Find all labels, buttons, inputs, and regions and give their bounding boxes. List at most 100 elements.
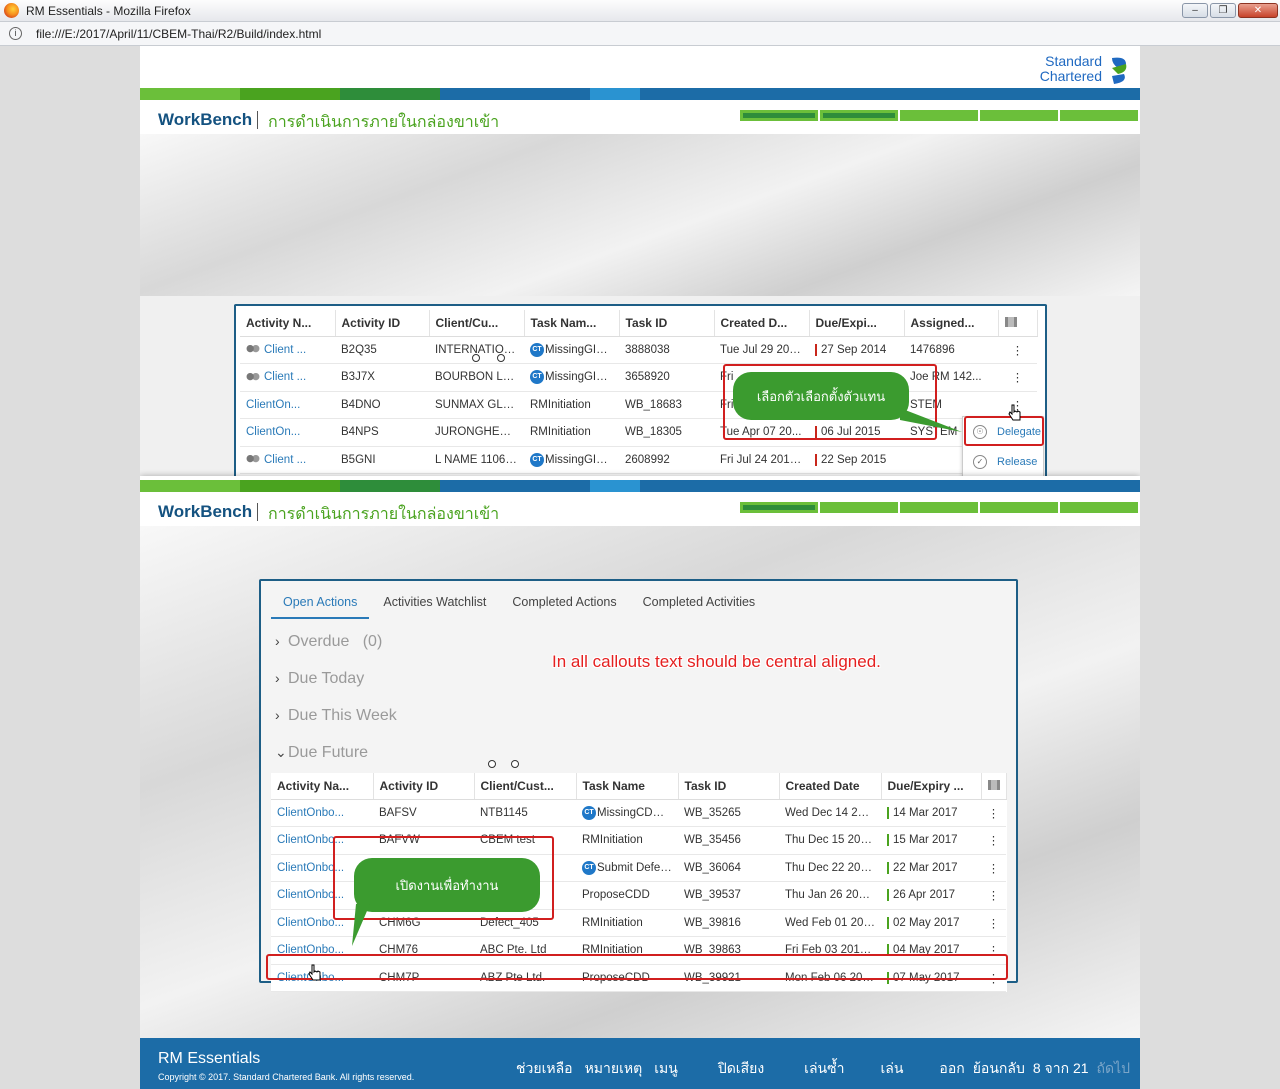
- col-due[interactable]: Due/Expi...: [809, 310, 905, 337]
- table-header: Activity N... Activity ID Client/Cu... T…: [240, 310, 1038, 337]
- due-badge: 02 May 2017: [887, 916, 960, 929]
- next-button[interactable]: ถัดไป: [1097, 1058, 1131, 1080]
- col-task-id[interactable]: Task ID: [619, 310, 715, 337]
- color-stripe-2: [140, 480, 1140, 492]
- minimize-button[interactable]: –: [1182, 3, 1208, 18]
- page-canvas: Standard Chartered WorkBench การดำเนินกา…: [140, 46, 1140, 1089]
- info-icon[interactable]: i: [9, 27, 22, 40]
- due-badge: 26 Apr 2017: [887, 889, 955, 902]
- col-task-id[interactable]: Task ID: [678, 773, 780, 800]
- col-created[interactable]: Created D...: [714, 310, 810, 337]
- activity-link[interactable]: Client ...: [264, 371, 306, 383]
- table-row[interactable]: Client ... B5GNI L NAME 11066... CT Missi…: [240, 446, 1037, 474]
- cell-id: B4NPS: [335, 418, 429, 447]
- cell-task-id: WB_35456: [678, 826, 779, 855]
- release-menu-item[interactable]: ✓ Release: [963, 447, 1043, 477]
- callout-pointer: [900, 408, 962, 432]
- window-title: RM Essentials - Mozilla Firefox: [26, 4, 191, 18]
- group-due-today[interactable]: › Due Today: [275, 670, 364, 688]
- chevron-right-icon: ›: [275, 707, 280, 723]
- activity-link[interactable]: Client ...: [264, 344, 306, 356]
- group-overdue[interactable]: › Overdue (0): [275, 633, 382, 651]
- window-title-bar: RM Essentials - Mozilla Firefox – ❐ ✕: [0, 0, 1280, 22]
- col-client[interactable]: Client/Cust...: [474, 773, 577, 800]
- notes-button[interactable]: หมายเหตุ: [585, 1058, 643, 1080]
- col-activity-id[interactable]: Activity ID: [335, 310, 430, 337]
- callout-open-task: เปิดงานเพื่อทำงาน: [354, 858, 540, 912]
- row-menu-icon[interactable]: ⋮: [981, 854, 1006, 882]
- row-menu-icon[interactable]: ⋮: [981, 909, 1006, 937]
- col-activity-id[interactable]: Activity ID: [373, 773, 475, 800]
- row-menu-icon[interactable]: ⋮: [981, 826, 1006, 855]
- background-texture: [140, 134, 1140, 296]
- cell-created: Wed Dec 14 2016...: [779, 799, 881, 827]
- tab-activities-watchlist[interactable]: Activities Watchlist: [371, 587, 498, 619]
- close-button[interactable]: ✕: [1238, 3, 1278, 18]
- group-due-future[interactable]: ⌄Due Future: [275, 744, 368, 762]
- activity-link[interactable]: Client ...: [264, 454, 306, 466]
- brand-logo: Standard Chartered: [1040, 54, 1102, 84]
- check-icon: ✓: [973, 455, 987, 469]
- brand-line2: Chartered: [1039, 68, 1102, 84]
- menu-button[interactable]: เมนู: [654, 1058, 678, 1080]
- play-button[interactable]: เล่น: [880, 1058, 903, 1080]
- ct-badge: CT: [530, 342, 544, 357]
- col-task-name[interactable]: Task Nam...: [524, 310, 620, 337]
- footer-brand: RM Essentials: [158, 1050, 261, 1067]
- ct-badge: CT: [530, 370, 544, 385]
- progress-steps-2: [740, 502, 1138, 513]
- col-client[interactable]: Client/Cu...: [429, 310, 525, 337]
- cell-task: MissingCDDIn...: [597, 806, 678, 819]
- table-row[interactable]: Client ... B2Q35 INTERNATION... CT Missin…: [240, 336, 1037, 364]
- column-chooser-icon[interactable]: [981, 773, 1007, 800]
- row-menu-icon[interactable]: ⋮: [981, 799, 1006, 827]
- replay-button[interactable]: เล่นซ้ำ: [804, 1058, 844, 1080]
- address-bar[interactable]: i file:///E:/2017/April/11/CBEM-Thai/R2/…: [0, 22, 1280, 46]
- back-button[interactable]: ย้อนกลับ: [973, 1058, 1025, 1080]
- table-row[interactable]: ClientOnbo... BAFSV NTB1145 CT MissingCDDIn.…: [271, 799, 1006, 827]
- review-note: In all callouts text should be central a…: [552, 652, 881, 671]
- ct-badge: CT: [530, 452, 544, 467]
- tab-completed-actions[interactable]: Completed Actions: [500, 587, 628, 619]
- tab-completed-activities[interactable]: Completed Activities: [631, 587, 768, 619]
- cell-task: RMInitiation: [524, 391, 619, 419]
- activity-link[interactable]: ClientOn...: [240, 418, 335, 447]
- progress-steps: [740, 110, 1138, 121]
- app-title: WorkBench: [158, 110, 253, 129]
- chevron-right-icon: ›: [275, 633, 280, 649]
- col-activity[interactable]: Activity N...: [240, 310, 336, 337]
- row-menu-icon[interactable]: ⋮: [981, 881, 1006, 910]
- exit-button[interactable]: ออก: [939, 1058, 964, 1080]
- app-header: WorkBench การดำเนินการภายในกล่องขาเข้า: [140, 100, 1140, 136]
- col-due[interactable]: Due/Expiry ...: [881, 773, 982, 800]
- cell-task: MissingGIC...: [545, 371, 615, 384]
- row-menu-icon[interactable]: ⋮: [998, 336, 1037, 364]
- cell-created: Tue Jul 29 201...: [714, 336, 809, 364]
- row-highlight: [266, 954, 1008, 980]
- column-chooser-icon[interactable]: [998, 310, 1038, 337]
- col-assigned[interactable]: Assigned...: [904, 310, 999, 337]
- mute-button[interactable]: ปิดเสียง: [718, 1058, 764, 1080]
- group-label: Due Future: [288, 744, 369, 761]
- brand-line1: Standard: [1045, 53, 1102, 69]
- cell-task-id: 3888038: [619, 336, 714, 364]
- cell-task: MissingGIC...: [545, 343, 615, 356]
- cell-task: RMInitiation: [524, 418, 619, 447]
- ct-badge: CT: [582, 860, 596, 875]
- help-button[interactable]: ช่วยเหลือ: [516, 1058, 573, 1080]
- group-due-this-week[interactable]: › Due This Week: [275, 707, 397, 725]
- col-activity[interactable]: Activity Na...: [271, 773, 374, 800]
- group-label: Due Today: [288, 670, 365, 687]
- due-badge: 27 Sep 2014: [815, 343, 886, 356]
- marker-dot: [472, 354, 480, 362]
- row-menu-icon[interactable]: ⋮: [998, 363, 1037, 392]
- activity-link[interactable]: ClientOn...: [240, 391, 335, 419]
- col-created[interactable]: Created Date: [779, 773, 882, 800]
- standard-chartered-logo-icon: [1112, 57, 1127, 84]
- delegate-highlight: [964, 416, 1044, 446]
- url-text[interactable]: file:///E:/2017/April/11/CBEM-Thai/R2/Bu…: [36, 27, 321, 41]
- maximize-button[interactable]: ❐: [1210, 3, 1236, 18]
- col-task-name[interactable]: Task Name: [576, 773, 679, 800]
- tab-open-actions[interactable]: Open Actions: [271, 587, 370, 619]
- activity-link[interactable]: ClientOnbo...: [271, 799, 373, 827]
